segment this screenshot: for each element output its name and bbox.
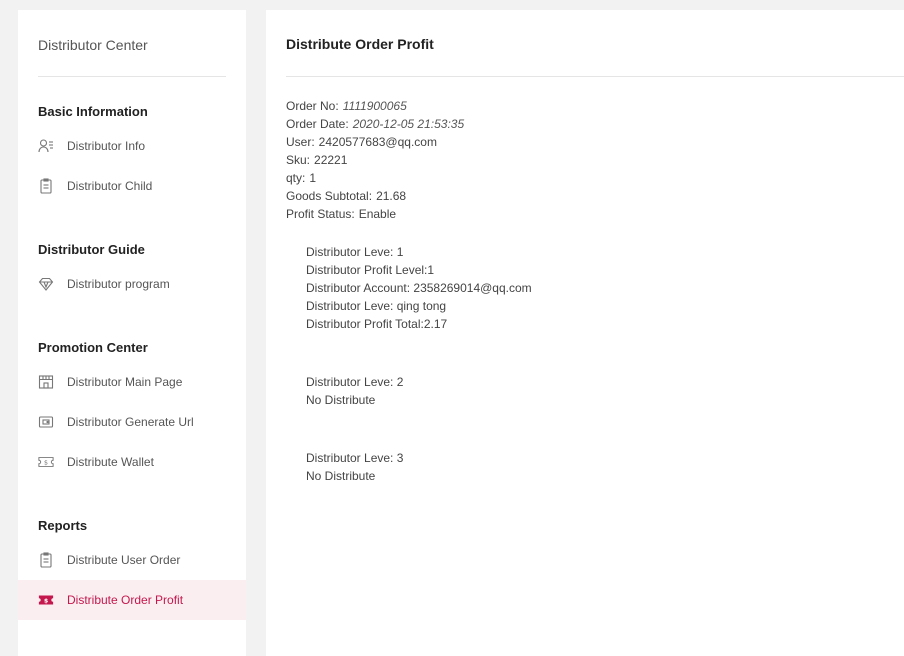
order-no-label: Order No:: [286, 99, 339, 113]
ticket-dollar-icon: $: [38, 592, 54, 608]
document-icon: [38, 552, 54, 568]
page-title: Distribute Order Profit: [286, 36, 434, 52]
order-date-value: 2020-12-05 21:53:35: [352, 117, 465, 131]
sku-row: Sku: 22221: [286, 151, 464, 169]
account-label: Distributor Account:: [306, 281, 411, 295]
sidebar-item-distributor-info[interactable]: Distributor Info: [18, 126, 246, 166]
user-row: User: 2420577683@qq.com: [286, 133, 464, 151]
wallet-icon: [38, 414, 54, 430]
name-value: qing tong: [396, 299, 447, 313]
sidebar-item-distributor-program[interactable]: Distributor program: [18, 264, 246, 304]
ticket-dollar-icon: $: [38, 454, 54, 470]
subtotal-label: Goods Subtotal:: [286, 189, 373, 203]
sidebar-item-label: Distributor program: [67, 277, 170, 291]
name-row: Distributor Leve: qing tong: [306, 297, 532, 315]
level-value: 2: [396, 375, 404, 389]
sidebar-item-distributor-generate-url[interactable]: Distributor Generate Url: [18, 402, 246, 442]
level-label: Distributor Leve:: [306, 375, 394, 389]
sidebar-item-label: Distribute User Order: [67, 553, 181, 567]
svg-text:$: $: [44, 598, 48, 605]
level-label: Distributor Leve:: [306, 451, 394, 465]
profit-level-value: 1: [427, 263, 435, 277]
sidebar: Distributor Center Basic Information Dis…: [18, 10, 246, 656]
distributor-level-2-block: Distributor Leve: 2 No Distribute: [306, 373, 403, 409]
level-label: Distributor Leve:: [306, 245, 394, 259]
order-info: Order No: 1111900065 Order Date: 2020-12-0…: [286, 97, 464, 223]
no-distribute-note: No Distribute: [306, 469, 376, 483]
document-icon: [38, 178, 54, 194]
order-date-label: Order Date:: [286, 117, 349, 131]
qty-label: qty:: [286, 171, 306, 185]
section-title-distributor-guide: Distributor Guide: [38, 242, 145, 257]
level-row: Distributor Leve: 3: [306, 449, 403, 467]
sidebar-item-label: Distribute Wallet: [67, 455, 154, 469]
store-icon: [38, 374, 54, 390]
diamond-icon: [38, 276, 54, 292]
profit-total-value: 2.17: [423, 317, 448, 331]
sidebar-item-distributor-child[interactable]: Distributor Child: [18, 166, 246, 206]
profit-level-label: Distributor Profit Level:: [306, 263, 428, 277]
sidebar-item-label: Distribute Order Profit: [67, 593, 184, 607]
qty-row: qty: 1: [286, 169, 464, 187]
sku-value: 22221: [314, 153, 348, 167]
sidebar-item-distributor-main-page[interactable]: Distributor Main Page: [18, 362, 246, 402]
sidebar-item-distribute-user-order[interactable]: Distribute User Order: [18, 540, 246, 580]
subtotal-value: 21.68: [376, 189, 407, 203]
svg-text:$: $: [44, 460, 48, 467]
sidebar-item-distribute-wallet[interactable]: $ Distribute Wallet: [18, 442, 246, 482]
section-title-reports: Reports: [38, 518, 88, 533]
main-content: Distribute Order Profit Order No: 1111900…: [266, 10, 904, 656]
title-divider: [286, 76, 904, 77]
sku-label: Sku:: [286, 153, 311, 167]
sidebar-divider: [38, 76, 226, 77]
profit-total-label: Distributor Profit Total:: [306, 317, 424, 331]
user-label: User:: [286, 135, 315, 149]
sidebar-title: Distributor Center: [38, 37, 148, 53]
level-row: Distributor Leve: 1: [306, 243, 532, 261]
profit-status-value: Enable: [358, 207, 397, 221]
level-row: Distributor Leve: 2: [306, 373, 403, 391]
name-label: Distributor Leve:: [306, 299, 394, 313]
profit-level-row: Distributor Profit Level:1: [306, 261, 532, 279]
sidebar-item-label: Distributor Main Page: [67, 375, 183, 389]
no-distribute-note: No Distribute: [306, 393, 376, 407]
profit-status-row: Profit Status: Enable: [286, 205, 464, 223]
user-value: 2420577683@qq.com: [318, 135, 437, 149]
profit-total-row: Distributor Profit Total:2.17: [306, 315, 532, 333]
sidebar-item-label: Distributor Generate Url: [67, 415, 194, 429]
sidebar-item-label: Distributor Child: [67, 179, 153, 193]
section-title-promotion-center: Promotion Center: [38, 340, 148, 355]
distributor-level-3-block: Distributor Leve: 3 No Distribute: [306, 449, 403, 485]
order-no-row: Order No: 1111900065: [286, 97, 464, 115]
qty-value: 1: [309, 171, 317, 185]
distributor-level-1-block: Distributor Leve: 1 Distributor Profit L…: [306, 243, 532, 333]
order-date-row: Order Date: 2020-12-05 21:53:35: [286, 115, 464, 133]
account-row: Distributor Account: 2358269014@qq.com: [306, 279, 532, 297]
sidebar-item-label: Distributor Info: [67, 139, 146, 153]
account-value: 2358269014@qq.com: [413, 281, 532, 295]
profit-status-label: Profit Status:: [286, 207, 355, 221]
subtotal-row: Goods Subtotal: 21.68: [286, 187, 464, 205]
order-no-value: 1111900065: [342, 99, 407, 113]
level-value: 3: [396, 451, 404, 465]
sidebar-item-distribute-order-profit[interactable]: $ Distribute Order Profit: [18, 580, 246, 620]
section-title-basic-information: Basic Information: [38, 104, 148, 119]
user-list-icon: [38, 138, 54, 154]
level-value: 1: [396, 245, 404, 259]
